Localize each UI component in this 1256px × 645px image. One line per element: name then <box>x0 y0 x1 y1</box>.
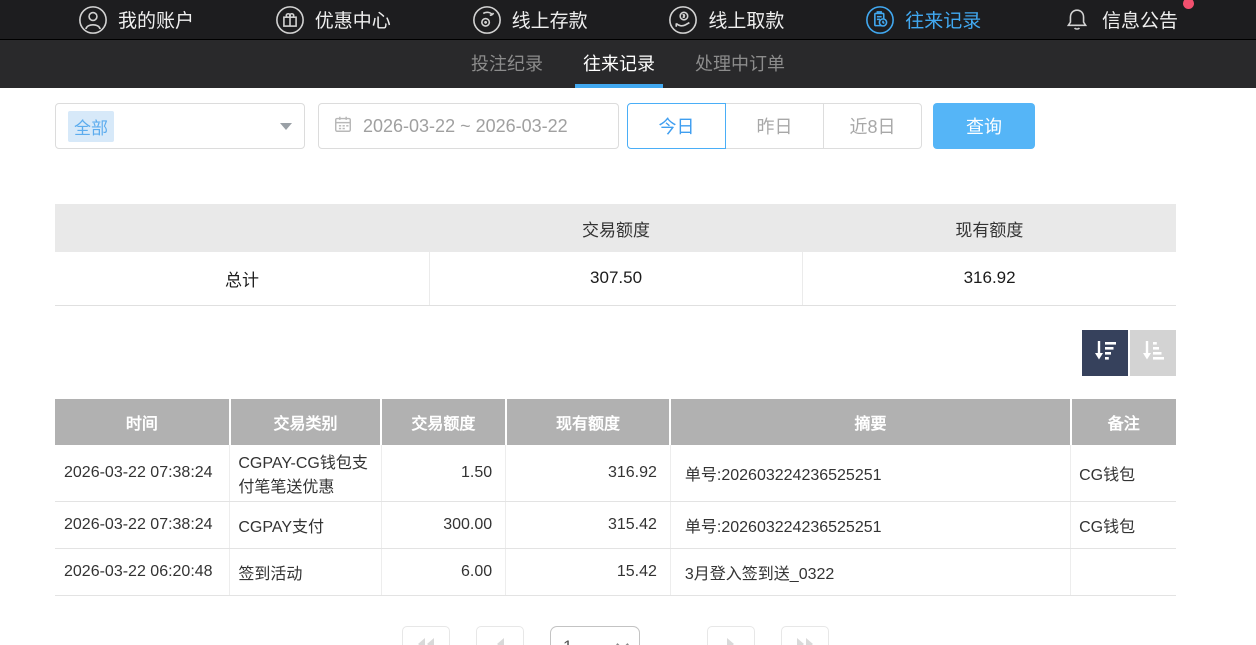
transaction-type-select[interactable]: 全部 <box>55 103 305 149</box>
tab-betting-records[interactable]: 投注纪录 <box>469 40 545 88</box>
cell-amount: 1.50 <box>381 445 505 502</box>
nav-item-label: 我的账户 <box>118 6 194 33</box>
first-page-button[interactable] <box>402 626 450 645</box>
summary-header-transaction: 交易额度 <box>429 204 802 252</box>
chevron-down-icon <box>280 123 292 130</box>
cell-time: 2026-03-22 07:38:24 <box>55 501 230 548</box>
page-select[interactable]: 1 <box>550 626 640 645</box>
cell-balance: 15.42 <box>506 548 671 595</box>
cell-balance: 316.92 <box>506 445 671 502</box>
pagination: 1 /1 <box>55 626 1176 645</box>
date-range-input[interactable]: 2026-03-22 ~ 2026-03-22 <box>318 103 619 149</box>
tab-processing-orders[interactable]: 处理中订单 <box>693 40 787 88</box>
user-icon <box>78 5 108 35</box>
records-tabbar: 投注纪录 往来记录 处理中订单 <box>0 40 1256 88</box>
summary-total-label: 总计 <box>55 252 429 305</box>
sort-controls <box>55 330 1176 376</box>
nav-item-label: 线上存款 <box>512 6 588 33</box>
page-total-label: /1 <box>666 626 681 645</box>
yesterday-button[interactable]: 昨日 <box>725 103 824 149</box>
summary-header-empty <box>55 204 429 252</box>
double-right-arrow-icon <box>795 637 815 645</box>
notification-badge <box>1183 0 1194 9</box>
search-button[interactable]: 查询 <box>933 103 1035 149</box>
gift-icon <box>275 5 305 35</box>
header-type: 交易类别 <box>230 399 381 445</box>
header-summary: 摘要 <box>670 399 1070 445</box>
cell-note: CG钱包 <box>1071 501 1176 548</box>
header-time: 时间 <box>55 399 230 445</box>
summary-table: 交易额度 现有额度 总计 307.50 316.92 <box>55 204 1176 306</box>
cell-balance: 315.42 <box>506 501 671 548</box>
cell-note: CG钱包 <box>1071 445 1176 502</box>
next-page-button[interactable] <box>707 626 755 645</box>
nav-item-withdraw[interactable]: 线上取款 <box>668 5 784 35</box>
cell-type: CGPAY支付 <box>230 501 381 548</box>
chevron-down-icon <box>616 638 629 645</box>
table-row: 2026-03-22 07:38:24 CGPAY-CG钱包支付笔笔送优惠 1.… <box>55 445 1176 502</box>
previous-page-button[interactable] <box>476 626 524 645</box>
nav-item-label: 信息公告 <box>1102 6 1178 33</box>
cell-amount: 6.00 <box>381 548 505 595</box>
cell-time: 2026-03-22 06:20:48 <box>55 548 230 595</box>
records-header-row: 时间 交易类别 交易额度 现有额度 摘要 备注 <box>55 399 1176 445</box>
table-row: 2026-03-22 07:38:24 CGPAY支付 300.00 315.4… <box>55 501 1176 548</box>
header-amount: 交易额度 <box>381 399 505 445</box>
nav-item-announcements[interactable]: 信息公告 <box>1062 5 1178 35</box>
cell-amount: 300.00 <box>381 501 505 548</box>
summary-transaction-total: 307.50 <box>429 252 802 305</box>
bell-icon <box>1062 5 1092 35</box>
deposit-icon <box>472 5 502 35</box>
cell-summary: 3月登入签到送_0322 <box>670 548 1070 595</box>
page-select-value: 1 <box>563 637 572 645</box>
last-8-days-button[interactable]: 近8日 <box>823 103 922 149</box>
summary-total-row: 总计 307.50 316.92 <box>55 252 1176 305</box>
tab-transaction-records[interactable]: 往来记录 <box>581 40 657 88</box>
table-row: 2026-03-22 06:20:48 签到活动 6.00 15.42 3月登入… <box>55 548 1176 595</box>
sort-amount-asc-icon <box>1139 337 1167 368</box>
nav-item-records[interactable]: 往来记录 <box>865 5 981 35</box>
header-note: 备注 <box>1071 399 1176 445</box>
type-select-value: 全部 <box>68 111 114 142</box>
double-left-arrow-icon <box>416 637 436 645</box>
sort-amount-desc-icon <box>1091 337 1119 368</box>
sort-descending-button[interactable] <box>1082 330 1128 376</box>
nav-item-my-account[interactable]: 我的账户 <box>78 5 194 35</box>
summary-balance-total: 316.92 <box>803 252 1176 305</box>
right-arrow-icon <box>725 637 737 645</box>
cell-type: 签到活动 <box>230 548 381 595</box>
calendar-icon <box>333 114 353 139</box>
date-range-value: 2026-03-22 ~ 2026-03-22 <box>363 116 568 137</box>
summary-header-balance: 现有额度 <box>803 204 1176 252</box>
sort-ascending-button[interactable] <box>1130 330 1176 376</box>
last-page-button[interactable] <box>781 626 829 645</box>
cell-time: 2026-03-22 07:38:24 <box>55 445 230 502</box>
cell-summary: 单号:202603224236525251 <box>670 501 1070 548</box>
quick-date-button-group: 今日 昨日 近8日 <box>627 103 922 149</box>
nav-item-label: 优惠中心 <box>315 6 391 33</box>
header-balance: 现有额度 <box>506 399 671 445</box>
nav-item-promotions[interactable]: 优惠中心 <box>275 5 391 35</box>
nav-item-label: 线上取款 <box>708 6 784 33</box>
main-content: 全部 2026-03-22 ~ 2026-03-22 今日 昨日 近8日 查询 <box>55 103 1176 645</box>
top-nav: 我的账户 优惠中心 线上存款 <box>0 0 1256 40</box>
nav-item-label: 往来记录 <box>905 6 981 33</box>
withdraw-icon <box>668 5 698 35</box>
cell-summary: 单号:202603224236525251 <box>670 445 1070 502</box>
records-table: 时间 交易类别 交易额度 现有额度 摘要 备注 2026-03-22 07:38… <box>55 399 1176 596</box>
nav-item-deposit[interactable]: 线上存款 <box>472 5 588 35</box>
summary-header-row: 交易额度 现有额度 <box>55 204 1176 252</box>
today-button[interactable]: 今日 <box>627 103 726 149</box>
left-arrow-icon <box>494 637 506 645</box>
cell-type: CGPAY-CG钱包支付笔笔送优惠 <box>230 445 381 502</box>
records-icon <box>865 5 895 35</box>
filter-row: 全部 2026-03-22 ~ 2026-03-22 今日 昨日 近8日 查询 <box>55 103 1176 149</box>
cell-note <box>1071 548 1176 595</box>
